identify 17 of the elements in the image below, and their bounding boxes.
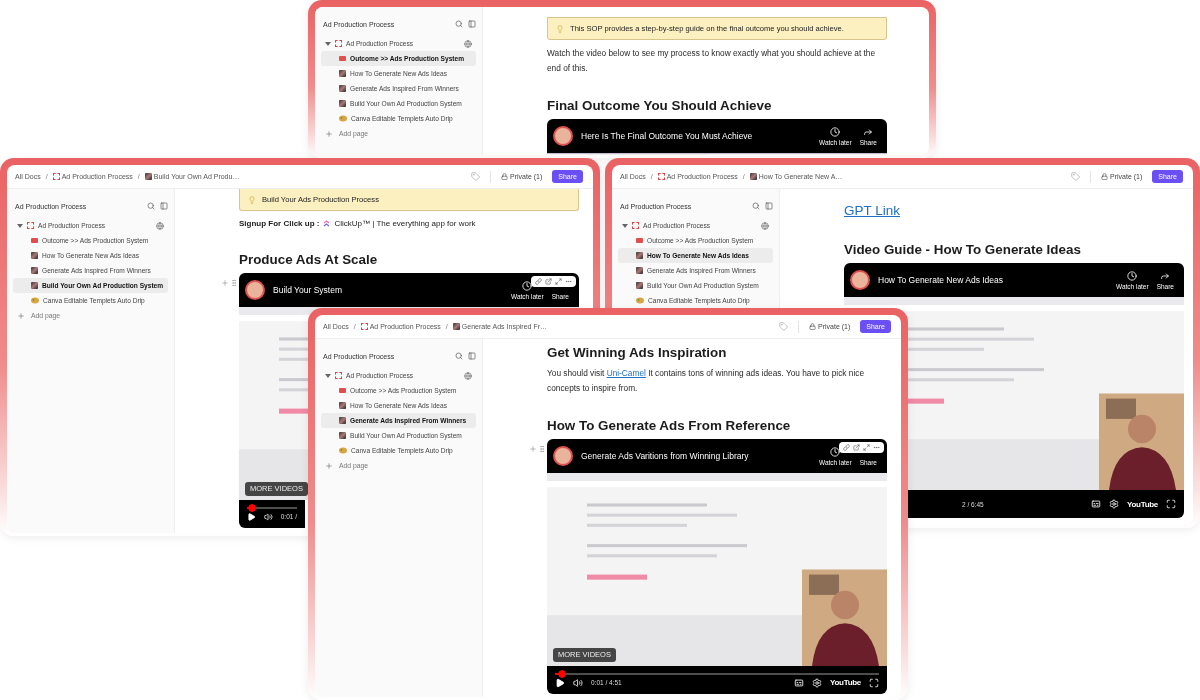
paragraph: Watch the video below to see my process to know exactly what you should achieve at the end of this. xyxy=(547,47,877,75)
clickup-link[interactable]: ClickUp™ | The everything app for work xyxy=(334,219,476,228)
youtube-logo[interactable]: YouTube xyxy=(1127,499,1158,509)
signup-label: Signup For Click up : xyxy=(239,219,320,228)
heading: How To Generate Ads From Reference xyxy=(547,418,792,433)
heading: Get Winning Ads Inspiration xyxy=(547,345,728,360)
heading-link[interactable]: GPT Link xyxy=(844,203,901,218)
video-title: How To Generate New Ads Ideas xyxy=(878,275,1005,285)
paragraph: You should visit Uni-Camel It contains tons of winning ads ideas. You have to pick nice concepts to inspire from. xyxy=(547,367,865,395)
heading: Produce Ads At Scale xyxy=(239,252,379,267)
link[interactable]: Uni-Camel xyxy=(606,368,646,378)
youtube-logo[interactable]: YouTube xyxy=(830,678,861,687)
heading: Video Guide - How To Generate Ideas xyxy=(844,242,1082,257)
heading: Final Outcome You Should Achieve xyxy=(547,98,773,113)
video-title: Build Your System xyxy=(273,285,343,295)
video-title: Generate Ads Varitions from Winning Library xyxy=(581,451,750,461)
video-title: Here Is The Final Outcome You Must Achieve xyxy=(581,131,754,141)
